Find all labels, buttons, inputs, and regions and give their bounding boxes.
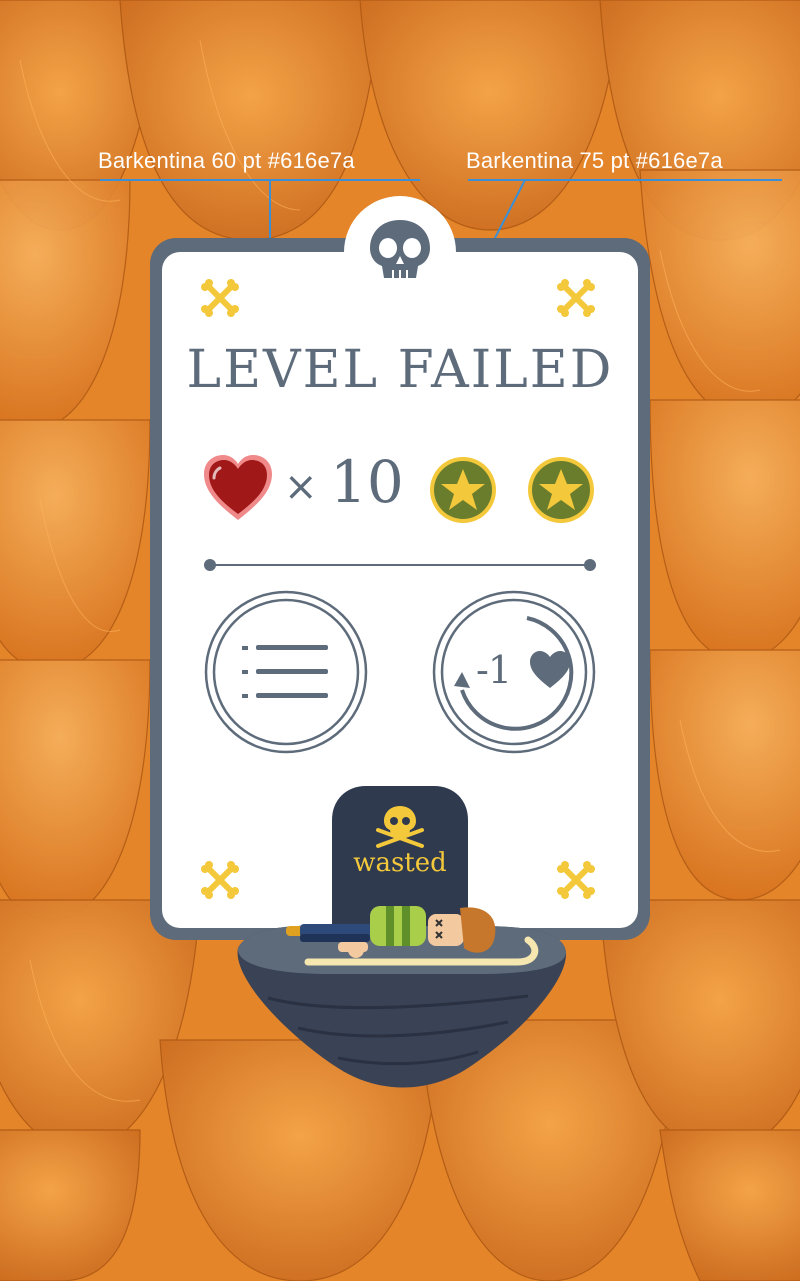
retry-button[interactable] [432,590,596,754]
fallen-character [286,906,539,966]
crossbones-icon [201,861,239,899]
crossbones-icon [201,279,239,317]
font-annotation-title: Barkentina 60 pt #616e7a [98,148,355,173]
multiplier-sign: × [284,464,318,510]
divider [204,559,596,571]
crossbones-icon [557,279,595,317]
retry-cost-label: -1 [476,648,512,692]
lives-count: 10 [330,448,404,516]
font-annotation-count: Barkentina 75 pt #616e7a [466,148,723,173]
star-medal-icon [528,457,594,523]
menu-button[interactable] [204,590,368,754]
star-medal-icon [430,457,496,523]
tombstone-text: wasted [353,848,447,878]
skull-icon [370,220,430,278]
crossbones-icon [557,861,595,899]
page-title: LEVEL FAILED [186,340,614,400]
heart-icon [204,455,272,520]
